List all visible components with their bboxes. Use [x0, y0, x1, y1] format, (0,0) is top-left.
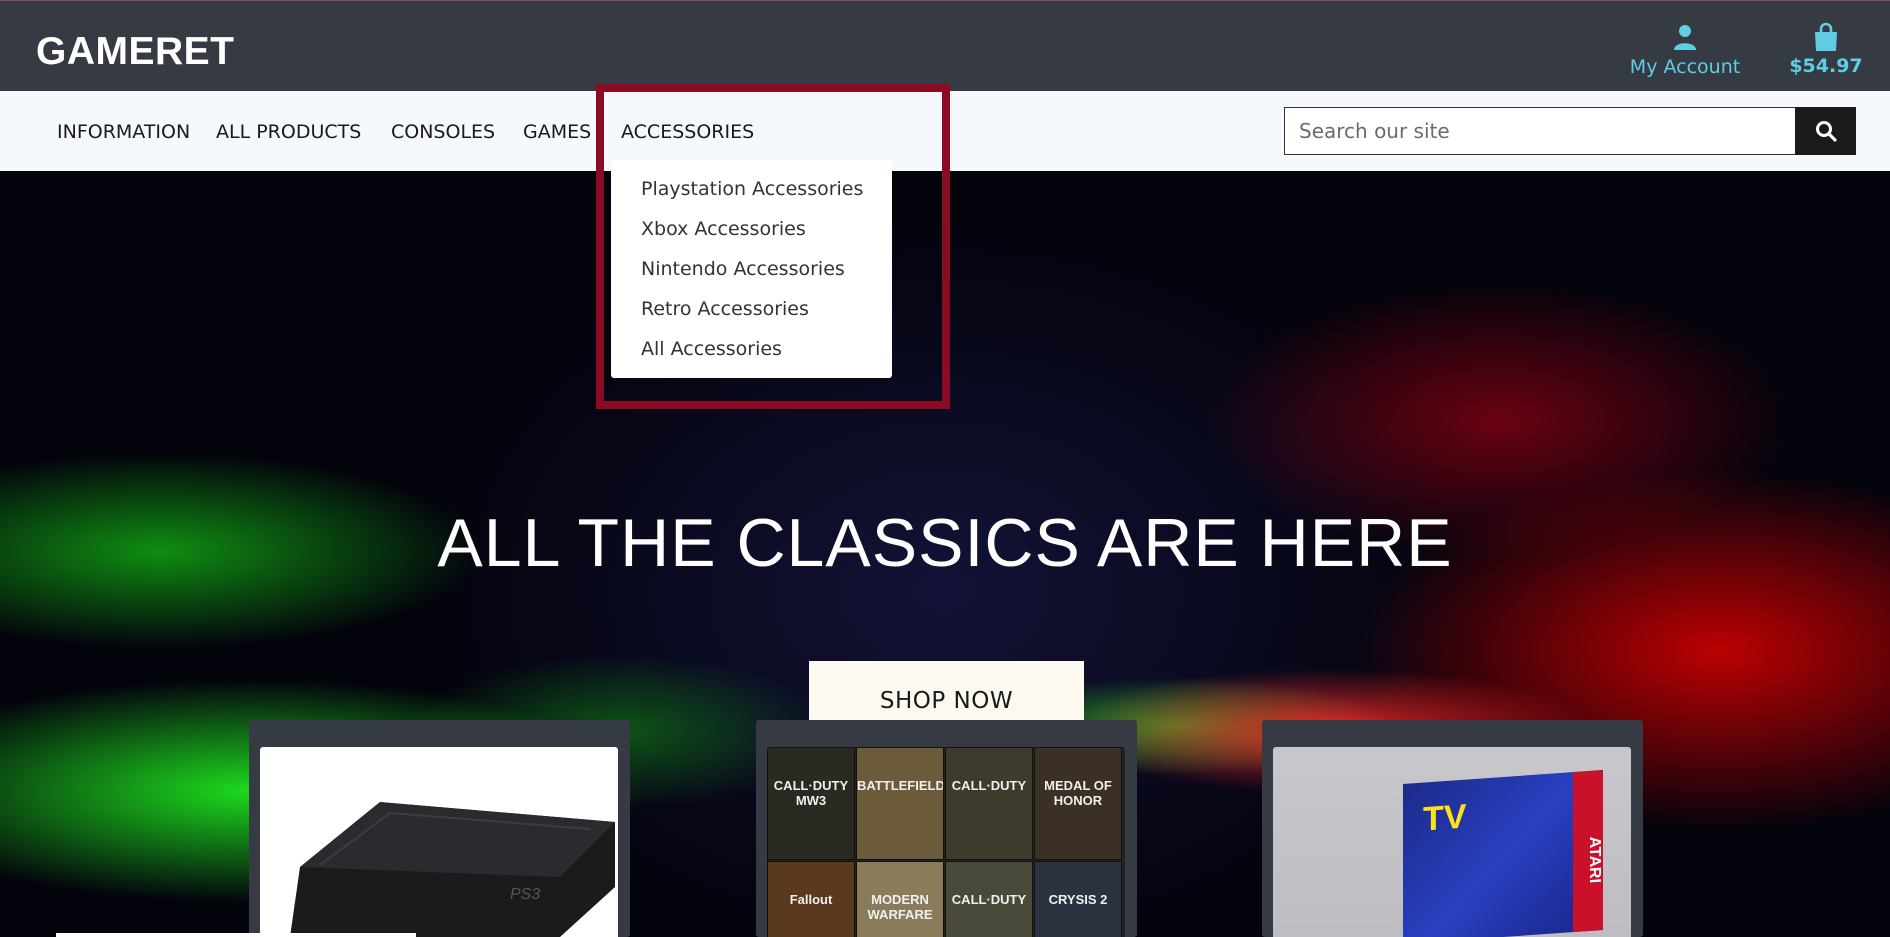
magnifier-icon	[1815, 121, 1837, 142]
game-cover: Fallout	[767, 861, 855, 937]
atari-tv-games-box: TV ATARI	[1273, 747, 1631, 937]
nav-item-consoles[interactable]: CONSOLES	[391, 119, 495, 145]
game-cover: MEDAL OF HONOR	[1034, 747, 1122, 860]
nav-item-information[interactable]: INFORMATION	[57, 119, 190, 145]
game-cover: CRYSIS 2	[1034, 861, 1122, 937]
my-account-label: My Account	[1629, 56, 1741, 78]
search-button[interactable]	[1795, 107, 1856, 155]
dropdown-item-all-accessories[interactable]: All Accessories	[641, 336, 782, 362]
retro-box-title: TV	[1423, 797, 1467, 839]
nav-item-accessories[interactable]: ACCESSORIES	[621, 119, 754, 145]
game-covers-collage: CALL·DUTY MW3 BATTLEFIELD CALL·DUTY MEDA…	[767, 747, 1125, 937]
ps3-console-image: PS3	[260, 747, 618, 937]
svg-text:PS3: PS3	[510, 886, 540, 903]
scroll-indicator	[56, 933, 416, 937]
product-card-games[interactable]: CALL·DUTY MW3 BATTLEFIELD CALL·DUTY MEDA…	[756, 720, 1137, 937]
product-card-consoles[interactable]: PS3	[249, 720, 630, 937]
retro-brand: ATARI	[1573, 770, 1603, 933]
product-card-retro[interactable]: TV ATARI	[1262, 720, 1643, 937]
site-logo[interactable]: GAMERET	[36, 30, 235, 74]
game-cover: BATTLEFIELD	[856, 747, 944, 860]
cart-total: $54.97	[1789, 55, 1863, 77]
accessories-dropdown: Playstation Accessories Xbox Accessories…	[611, 160, 892, 378]
dropdown-item-xbox-accessories[interactable]: Xbox Accessories	[641, 216, 806, 242]
cart-link[interactable]: $54.97	[1786, 22, 1866, 80]
dropdown-item-playstation-accessories[interactable]: Playstation Accessories	[641, 176, 863, 202]
game-cover: CALL·DUTY MW3	[767, 747, 855, 860]
game-cover: MODERN WARFARE	[856, 861, 944, 937]
top-header: GAMERET My Account $54.97	[0, 0, 1890, 91]
dropdown-item-retro-accessories[interactable]: Retro Accessories	[641, 296, 809, 322]
shopping-bag-icon	[1815, 22, 1837, 51]
nav-item-games[interactable]: GAMES	[523, 119, 591, 145]
game-cover: CALL·DUTY	[945, 747, 1033, 860]
retro-box: TV ATARI	[1403, 770, 1603, 937]
hero-title: ALL THE CLASSICS ARE HERE	[437, 505, 1453, 581]
dropdown-item-nintendo-accessories[interactable]: Nintendo Accessories	[641, 256, 845, 282]
ps3-console-illustration: PS3	[290, 802, 615, 937]
search-input[interactable]	[1284, 107, 1796, 155]
nav-item-all-products[interactable]: ALL PRODUCTS	[216, 119, 361, 145]
user-icon	[1674, 25, 1696, 50]
game-cover: CALL·DUTY	[945, 861, 1033, 937]
my-account-link[interactable]: My Account	[1618, 23, 1752, 79]
